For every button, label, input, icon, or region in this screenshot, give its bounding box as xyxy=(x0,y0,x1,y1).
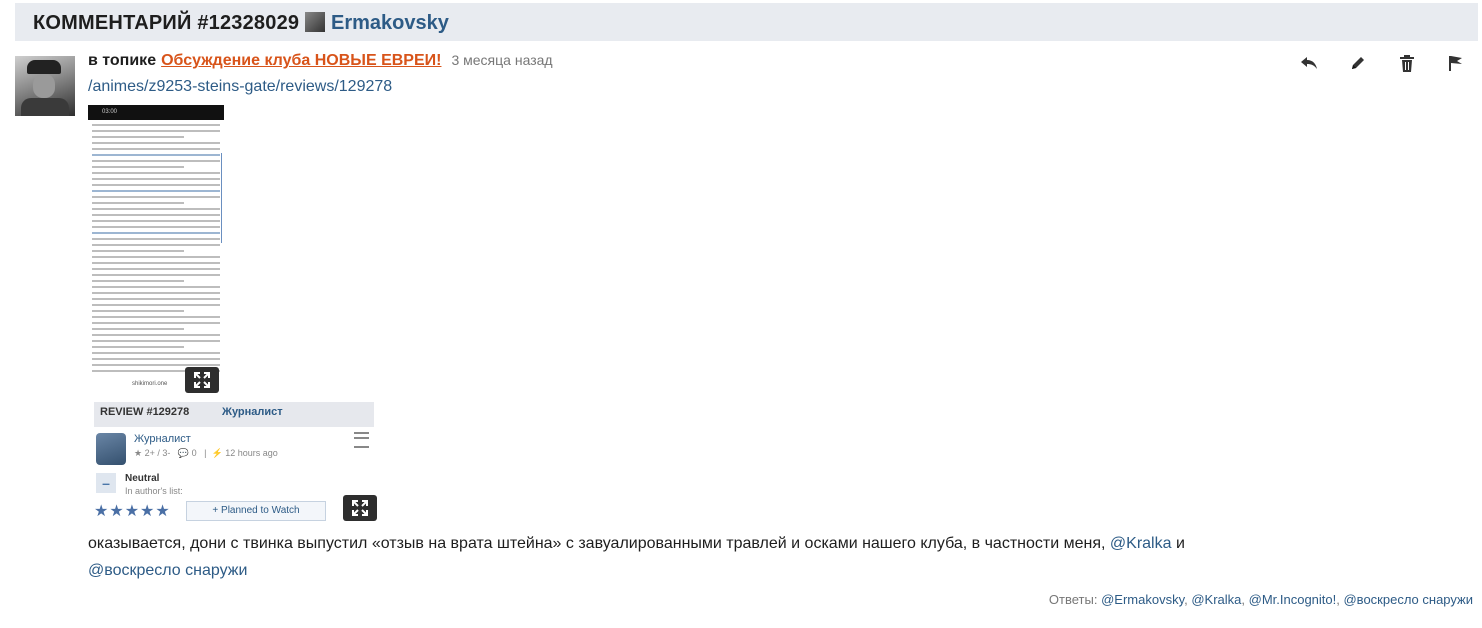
delete-icon[interactable] xyxy=(1396,54,1417,72)
neutral-icon: – xyxy=(96,473,116,493)
review-title: REVIEW #129278 xyxy=(100,406,190,418)
topic-line: в топике Обсуждение клуба НОВЫЕ ЕВРЕИ! 3 м… xyxy=(88,52,553,70)
review-rating-stars: ★★★★★ xyxy=(94,503,171,520)
reply-link-vozkreslo[interactable]: @воскресло снаружи xyxy=(1343,592,1473,607)
review-url-link[interactable]: /animes/z9253-steins-gate/reviews/129278 xyxy=(88,78,392,96)
lightning-icon: ⚡ xyxy=(211,448,223,458)
flag-icon[interactable] xyxy=(1445,54,1466,72)
comment-header: КОММЕНТАРИЙ #12328029 Ermakovsky xyxy=(15,3,1478,41)
comment-time: 3 месяца назад xyxy=(451,52,553,68)
user-avatar[interactable] xyxy=(15,56,75,116)
topic-link[interactable]: Обсуждение клуба НОВЫЕ ЕВРЕИ! xyxy=(161,52,441,69)
and-word: и xyxy=(1175,535,1185,552)
review-author-name: Журналист xyxy=(134,433,191,445)
reply-link-kralka[interactable]: @Kralka xyxy=(1191,592,1241,607)
comment-body-text: оказывается, дони с твинка выпустил «отз… xyxy=(88,535,1106,552)
screenshot-site-label: shikimori.one xyxy=(132,381,168,387)
review-votes: 2+ / 3- xyxy=(144,448,171,458)
mention-kralka[interactable]: @Kralka xyxy=(1110,535,1172,552)
expand-icon[interactable] xyxy=(185,367,219,393)
planned-to-watch-button: + Planned to Watch xyxy=(186,501,326,521)
review-meta: ★ 2+ / 3- 💬 0 | ⚡ 12 hours ago xyxy=(134,448,278,458)
comment-actions xyxy=(1298,54,1466,72)
topic-prefix: в топике xyxy=(88,52,157,69)
review-list-label: In author's list: xyxy=(125,486,183,496)
header-title: КОММЕНТАРИЙ #12328029 xyxy=(33,12,300,34)
comment-icon: 💬 xyxy=(177,448,190,458)
reply-link-ermakovsky[interactable]: @Ermakovsky xyxy=(1101,592,1184,607)
star-icon: ★ xyxy=(134,448,143,458)
header-user-link[interactable]: Ermakovsky xyxy=(331,12,449,35)
attached-screenshot-review-text[interactable]: 03:00 shikimori.one xyxy=(88,105,224,390)
replies-line: Ответы: @Ermakovsky, @Kralka, @Mr.Incogn… xyxy=(1048,592,1473,607)
review-user: Журналист xyxy=(222,406,283,418)
phone-status-bar: 03:00 xyxy=(88,105,224,120)
comment-body: оказывается, дони с твинка выпустил «отз… xyxy=(88,530,1448,584)
header-user-avatar[interactable] xyxy=(305,12,325,32)
replies-label: Ответы: xyxy=(1048,592,1098,607)
mention-vozkreslo[interactable]: @воскресло снаружи xyxy=(88,562,247,579)
expand-icon[interactable] xyxy=(343,495,377,521)
edit-icon[interactable] xyxy=(1347,54,1368,72)
review-time: 12 hours ago xyxy=(225,448,278,458)
review-author-avatar xyxy=(96,433,126,465)
review-comment-count: 0 xyxy=(191,448,197,458)
attached-screenshot-review-card[interactable]: REVIEW #129278 Журналист Журналист ★ 2+ … xyxy=(88,400,374,521)
menu-icon xyxy=(354,432,369,448)
reply-icon[interactable] xyxy=(1298,54,1319,72)
reply-link-mr-incognito[interactable]: @Mr.Incognito! xyxy=(1249,592,1337,607)
review-status: Neutral xyxy=(125,473,160,484)
